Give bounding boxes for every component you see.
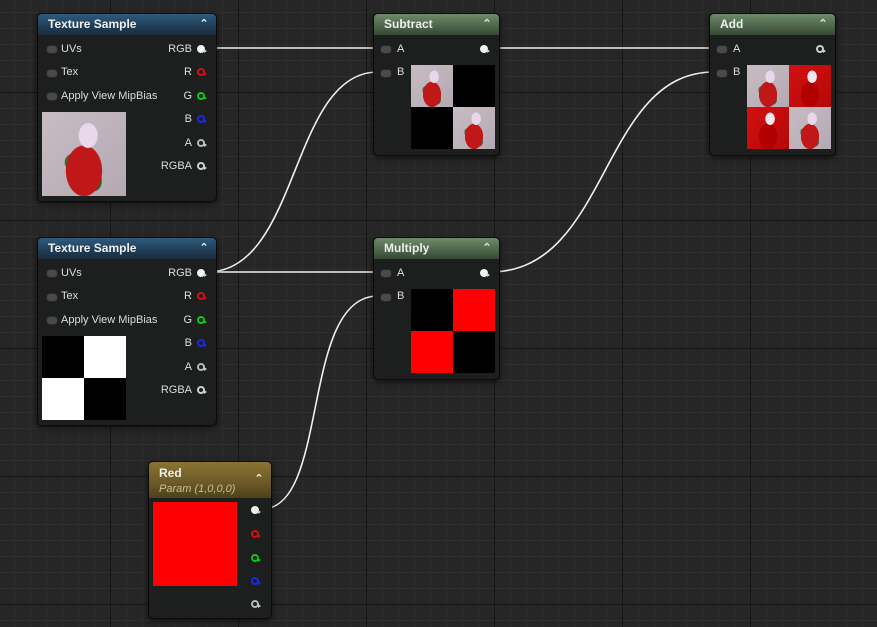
- input-pin-a[interactable]: [716, 45, 728, 54]
- output-label-r: R: [184, 290, 192, 302]
- red-param-node[interactable]: Red Param (1,0,0,0) ⌃: [148, 461, 272, 619]
- input-pin-tex[interactable]: [46, 293, 58, 302]
- node-header[interactable]: Red Param (1,0,0,0) ⌃: [149, 462, 271, 498]
- input-pin-a[interactable]: [380, 269, 392, 278]
- node-title: Red: [159, 466, 182, 480]
- output-pin-rgba[interactable]: [197, 386, 207, 394]
- input-pin-b[interactable]: [380, 293, 392, 302]
- input-label-uvs: UVs: [61, 267, 82, 279]
- node-header[interactable]: Texture Sample ⌃: [38, 238, 216, 259]
- output-label-g: G: [183, 90, 192, 102]
- texture-sample-node-1[interactable]: Texture Sample ⌃ UVs Tex Apply View MipB…: [37, 13, 217, 202]
- collapse-chevron-icon[interactable]: ⌃: [253, 470, 265, 488]
- input-label-mipbias: Apply View MipBias: [61, 90, 158, 102]
- collapse-chevron-icon[interactable]: ⌃: [817, 14, 829, 35]
- output-pin-b[interactable]: [197, 339, 207, 347]
- output-pin-r[interactable]: [197, 292, 207, 300]
- output-pin-rgb[interactable]: [197, 45, 207, 53]
- output-pin-r[interactable]: [197, 68, 207, 76]
- node-header[interactable]: Multiply ⌃: [374, 238, 499, 259]
- input-label-a: A: [733, 43, 741, 55]
- input-label-a: A: [397, 267, 405, 279]
- output-label-g: G: [183, 314, 192, 326]
- output-label-r: R: [184, 66, 192, 78]
- node-title: Subtract: [384, 17, 433, 31]
- input-label-a: A: [397, 43, 405, 55]
- subtract-preview-image: [411, 65, 495, 149]
- checker-preview-image: [42, 336, 126, 420]
- input-pin-b[interactable]: [716, 69, 728, 78]
- input-label-tex: Tex: [61, 66, 79, 78]
- collapse-chevron-icon[interactable]: ⌃: [481, 238, 493, 259]
- input-label-tex: Tex: [61, 290, 79, 302]
- add-preview-image: [747, 65, 831, 149]
- output-pin-r[interactable]: [251, 530, 261, 538]
- node-header[interactable]: Subtract ⌃: [374, 14, 499, 35]
- multiply-preview-image: [411, 289, 495, 373]
- output-pin-a[interactable]: [197, 139, 207, 147]
- collapse-chevron-icon[interactable]: ⌃: [198, 14, 210, 35]
- output-pin-g[interactable]: [251, 554, 261, 562]
- color-preview-swatch: [153, 502, 237, 586]
- output-pin-rgb[interactable]: [251, 506, 261, 514]
- output-label-rgba: RGBA: [160, 384, 192, 396]
- wire-multiply-out-to-add-b: [489, 71, 715, 273]
- node-title: Multiply: [384, 241, 430, 255]
- node-title: Texture Sample: [48, 241, 137, 255]
- output-label-a: A: [184, 137, 192, 149]
- node-title: Texture Sample: [48, 17, 137, 31]
- input-pin-mipbias[interactable]: [46, 316, 58, 325]
- add-node[interactable]: Add ⌃ A B: [709, 13, 836, 156]
- texture-preview-image: [42, 112, 126, 196]
- output-pin-a[interactable]: [251, 600, 261, 608]
- wire-tex2-rgb-to-subtract-b: [206, 71, 379, 273]
- output-pin[interactable]: [480, 269, 490, 277]
- subtract-node[interactable]: Subtract ⌃ A B: [373, 13, 500, 156]
- output-pin[interactable]: [480, 45, 490, 53]
- output-label-rgb: RGB: [168, 267, 192, 279]
- input-pin-uvs[interactable]: [46, 45, 58, 54]
- input-pin-b[interactable]: [380, 69, 392, 78]
- output-pin-a[interactable]: [197, 363, 207, 371]
- node-title: Add: [720, 17, 744, 31]
- output-pin[interactable]: [816, 45, 826, 53]
- output-pin-g[interactable]: [197, 92, 207, 100]
- output-pin-rgb[interactable]: [197, 269, 207, 277]
- output-pin-b[interactable]: [251, 577, 261, 585]
- input-label-b: B: [397, 290, 405, 302]
- input-pin-a[interactable]: [380, 45, 392, 54]
- input-pin-mipbias[interactable]: [46, 92, 58, 101]
- input-label-b: B: [733, 66, 741, 78]
- output-label-b: B: [184, 337, 192, 349]
- input-label-mipbias: Apply View MipBias: [61, 314, 158, 326]
- wire-red-out-to-multiply-b: [261, 295, 379, 510]
- texture-sample-node-2[interactable]: Texture Sample ⌃ UVs Tex Apply View MipB…: [37, 237, 217, 426]
- collapse-chevron-icon[interactable]: ⌃: [481, 14, 493, 35]
- output-pin-rgba[interactable]: [197, 162, 207, 170]
- output-label-b: B: [184, 113, 192, 125]
- input-label-uvs: UVs: [61, 43, 82, 55]
- input-pin-tex[interactable]: [46, 69, 58, 78]
- output-label-a: A: [184, 361, 192, 373]
- node-header[interactable]: Add ⌃: [710, 14, 835, 35]
- input-pin-uvs[interactable]: [46, 269, 58, 278]
- output-label-rgba: RGBA: [160, 160, 192, 172]
- collapse-chevron-icon[interactable]: ⌃: [198, 238, 210, 259]
- node-header[interactable]: Texture Sample ⌃: [38, 14, 216, 35]
- output-pin-g[interactable]: [197, 316, 207, 324]
- input-label-b: B: [397, 66, 405, 78]
- output-pin-b[interactable]: [197, 115, 207, 123]
- output-label-rgb: RGB: [168, 43, 192, 55]
- multiply-node[interactable]: Multiply ⌃ A B: [373, 237, 500, 380]
